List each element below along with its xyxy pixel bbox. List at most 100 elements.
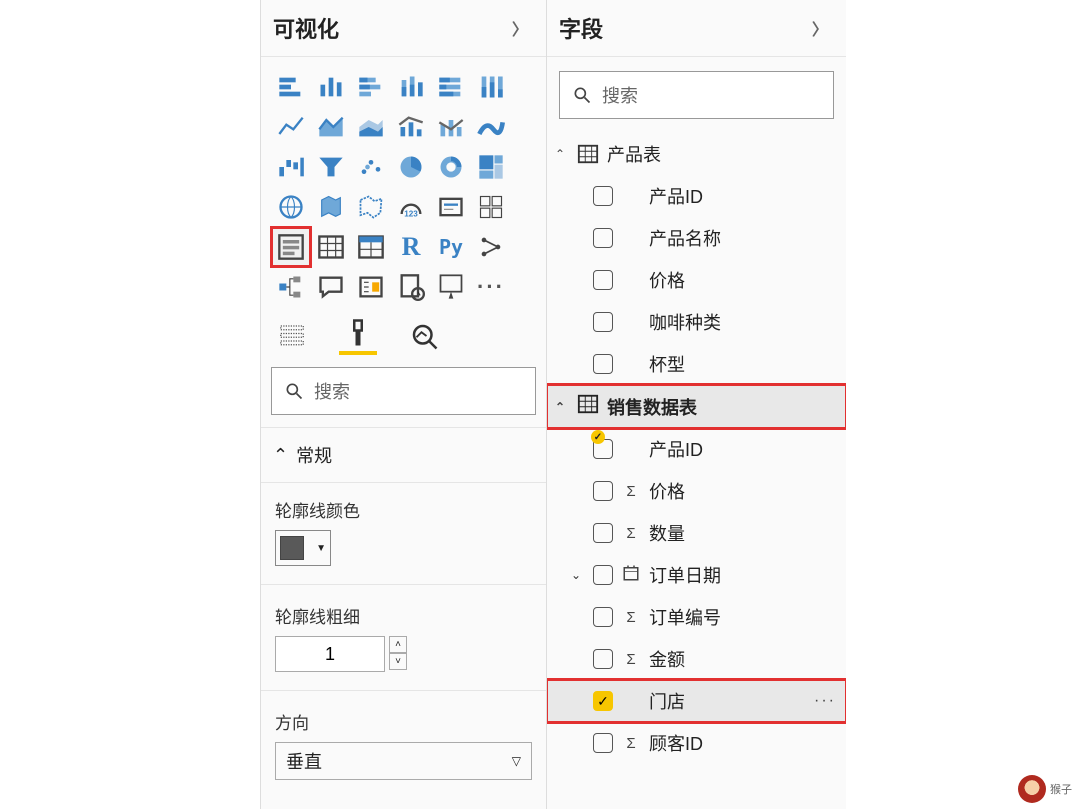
paginated-report-icon[interactable]	[391, 267, 431, 307]
arcgis-map-icon[interactable]	[431, 267, 471, 307]
active-badge-icon: ✓	[591, 430, 605, 444]
general-section-header[interactable]: ⌃ 常规	[261, 427, 546, 483]
filled-map-icon[interactable]	[311, 187, 351, 227]
donut-icon[interactable]	[431, 147, 471, 187]
direction-select[interactable]: 垂直 ▽	[275, 742, 532, 780]
checkbox[interactable]	[593, 312, 613, 332]
python-visual-icon[interactable]: Py	[431, 227, 471, 267]
fields-tab-icon[interactable]	[273, 317, 311, 355]
stacked-area-icon[interactable]	[351, 107, 391, 147]
table-name: 销售数据表	[607, 394, 697, 420]
field-row[interactable]: Σ订单编号	[547, 596, 846, 638]
stacked-column-icon[interactable]	[391, 67, 431, 107]
stacked-bar2-icon[interactable]	[351, 67, 391, 107]
format-tab-icon[interactable]	[339, 317, 377, 355]
funnel-icon[interactable]	[311, 147, 351, 187]
checkbox[interactable]	[593, 481, 613, 501]
field-row[interactable]: Σ价格	[547, 470, 846, 512]
checkbox-checked[interactable]	[593, 691, 613, 711]
line-stacked-column-icon[interactable]	[431, 107, 471, 147]
spinner-up[interactable]: ˄	[389, 636, 407, 653]
checkbox[interactable]	[593, 523, 613, 543]
fields-search-input[interactable]: 搜索	[559, 71, 834, 119]
chevron-down-icon: ▼	[316, 543, 326, 554]
pie-icon[interactable]	[391, 147, 431, 187]
svg-text:123: 123	[404, 209, 418, 218]
outline-weight-input[interactable]	[275, 636, 385, 672]
field-row[interactable]: 咖啡种类	[547, 301, 846, 343]
viz-gallery: 123 R Py ···	[261, 57, 546, 311]
viz-tabs	[261, 311, 546, 355]
chevron-up-icon: ⌃	[555, 147, 569, 161]
spinner-down[interactable]: ˅	[389, 653, 407, 670]
qna-icon[interactable]	[311, 267, 351, 307]
key-influencers-icon[interactable]	[471, 227, 511, 267]
field-row[interactable]: 杯型	[547, 343, 846, 385]
checkbox[interactable]	[593, 354, 613, 374]
fields-pane: 字段 〉 搜索 ⌃ 产品表 产品ID 产品名称 价格 咖啡种类 杯型 ⌃	[546, 0, 846, 809]
fields-pane-title: 字段	[559, 12, 603, 44]
sigma-icon: Σ	[621, 609, 641, 626]
stacked-bar-icon[interactable]	[271, 67, 311, 107]
waterfall-icon[interactable]	[271, 147, 311, 187]
chevron-down-icon: ⌄	[571, 568, 585, 582]
collapse-fields-icon[interactable]: 〉	[812, 16, 828, 40]
r-visual-icon[interactable]: R	[391, 227, 431, 267]
sigma-icon: Σ	[621, 651, 641, 668]
viz-search-input[interactable]: 搜索	[271, 367, 536, 415]
outline-color-picker[interactable]: ▼	[275, 530, 331, 566]
field-row-store[interactable]: 门店 ···	[547, 680, 846, 722]
field-row[interactable]: Σ数量	[547, 512, 846, 554]
scatter-icon[interactable]	[351, 147, 391, 187]
checkbox[interactable]	[593, 270, 613, 290]
100-stacked-bar-icon[interactable]	[431, 67, 471, 107]
outline-color-label: 轮廓线颜色	[275, 497, 532, 522]
map-icon[interactable]	[271, 187, 311, 227]
checkbox[interactable]	[593, 607, 613, 627]
checkbox[interactable]	[593, 649, 613, 669]
field-row[interactable]: Σ顾客ID	[547, 722, 846, 764]
chevron-down-icon: ▽	[512, 754, 521, 768]
chevron-up-icon: ⌃	[555, 400, 569, 414]
multi-card-icon[interactable]	[471, 187, 511, 227]
field-row[interactable]: Σ金额	[547, 638, 846, 680]
monkey-icon	[1018, 775, 1046, 803]
ribbon-chart-icon[interactable]	[471, 107, 511, 147]
100-stacked-column-icon[interactable]	[471, 67, 511, 107]
table-row-products[interactable]: ⌃ 产品表	[547, 133, 846, 175]
direction-label: 方向	[275, 709, 532, 734]
field-row[interactable]: 产品名称	[547, 217, 846, 259]
line-column-icon[interactable]	[391, 107, 431, 147]
sigma-icon: Σ	[621, 483, 641, 500]
smart-narrative-icon[interactable]	[351, 267, 391, 307]
line-chart-icon[interactable]	[271, 107, 311, 147]
checkbox[interactable]	[593, 186, 613, 206]
search-icon	[284, 381, 304, 401]
field-row[interactable]: 价格	[547, 259, 846, 301]
field-row-date[interactable]: ⌄ 订单日期	[547, 554, 846, 596]
outline-weight-label: 轮廓线粗细	[275, 603, 532, 628]
checkbox[interactable]	[593, 733, 613, 753]
table-icon[interactable]	[311, 227, 351, 267]
clustered-column-icon[interactable]	[311, 67, 351, 107]
table-name: 产品表	[607, 141, 661, 167]
gauge-icon[interactable]: 123	[391, 187, 431, 227]
fields-tree: ⌃ 产品表 产品ID 产品名称 价格 咖啡种类 杯型 ⌃ ✓ 销售数据表 产品I…	[547, 133, 846, 809]
checkbox[interactable]	[593, 565, 613, 585]
checkbox[interactable]	[593, 228, 613, 248]
area-chart-icon[interactable]	[311, 107, 351, 147]
analytics-tab-icon[interactable]	[405, 317, 443, 355]
collapse-viz-icon[interactable]: 〉	[512, 16, 528, 40]
treemap-icon[interactable]	[471, 147, 511, 187]
watermark: 猴子	[1018, 775, 1072, 803]
slicer-icon[interactable]	[271, 227, 311, 267]
table-row-sales[interactable]: ⌃ ✓ 销售数据表	[547, 385, 846, 428]
card-icon[interactable]	[431, 187, 471, 227]
shape-map-icon[interactable]	[351, 187, 391, 227]
more-visuals-icon[interactable]: ···	[471, 267, 511, 307]
field-row[interactable]: 产品ID	[547, 175, 846, 217]
table-icon	[577, 393, 599, 415]
decomposition-tree-icon[interactable]	[271, 267, 311, 307]
matrix-icon[interactable]	[351, 227, 391, 267]
field-more-icon[interactable]: ···	[814, 692, 842, 710]
